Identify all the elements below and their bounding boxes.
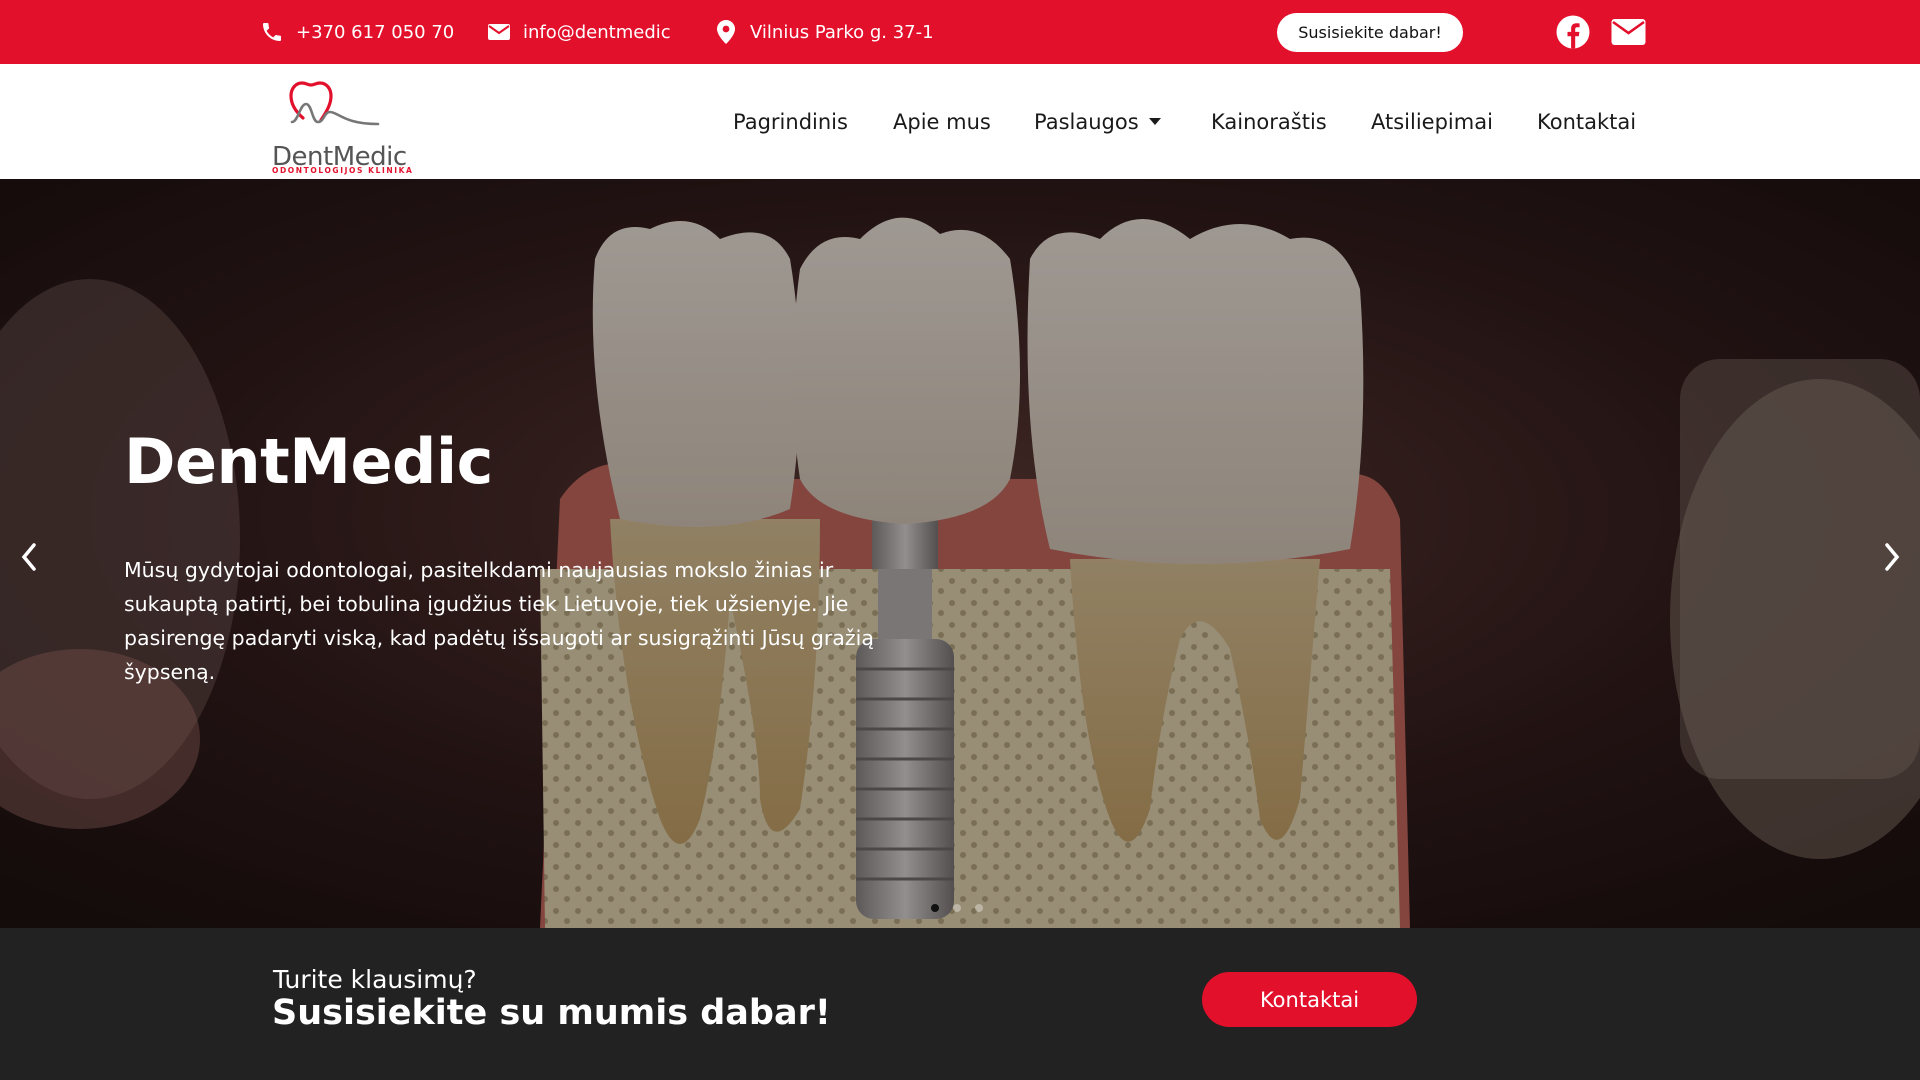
slider-dot-3[interactable] xyxy=(975,904,983,912)
nav-item-atsiliepimai[interactable]: Atsiliepimai xyxy=(1371,64,1493,179)
tooth-logo-icon xyxy=(289,81,380,126)
nav-label: Atsiliepimai xyxy=(1371,109,1493,134)
nav-label: Kontaktai xyxy=(1537,109,1637,134)
hero-description: Mūsų gydytojai odontologai, pasitelkdami… xyxy=(124,558,874,684)
email-link[interactable]: info@dentmedic xyxy=(486,0,671,64)
nav-label: Apie mus xyxy=(893,109,991,134)
contact-question: Turite klausimų? xyxy=(273,965,477,994)
nav-label: Paslaugos xyxy=(1034,109,1139,134)
logo-tagline: ODONTOLOGIJOS KLINIKA xyxy=(272,166,414,175)
top-bar: +370 617 050 70 info@dentmedic Vilnius P… xyxy=(0,0,1920,64)
slider-pagination xyxy=(931,904,983,912)
phone-icon xyxy=(259,19,285,45)
nav-item-kainorastis[interactable]: Kainoraštis xyxy=(1211,64,1327,179)
logo[interactable]: DentMedic ODONTOLOGIJOS KLINIKA xyxy=(270,74,412,175)
contact-strip: Turite klausimų? Susisiekite su mumis da… xyxy=(0,928,1920,1080)
caret-down-icon xyxy=(1148,118,1161,125)
nav-item-pagrindinis[interactable]: Pagrindinis xyxy=(733,64,848,179)
contact-heading: Susisiekite su mumis dabar! xyxy=(272,993,831,1033)
address-link[interactable]: Vilnius Parko g. 37-1 xyxy=(713,0,934,64)
site-header: DentMedic ODONTOLOGIJOS KLINIKA Pagrindi… xyxy=(0,64,1920,179)
hero-title: DentMedic xyxy=(124,425,493,498)
address-text: Vilnius Parko g. 37-1 xyxy=(750,21,934,43)
slider-dot-2[interactable] xyxy=(953,904,961,912)
chevron-left-icon[interactable] xyxy=(14,537,44,577)
mail-icon xyxy=(486,19,512,45)
email-address: info@dentmedic xyxy=(523,21,671,43)
chevron-right-icon[interactable] xyxy=(1877,537,1907,577)
hero-slider: DentMedic Mūsų gydytojai odontologai, pa… xyxy=(0,179,1920,928)
facebook-icon[interactable] xyxy=(1556,15,1590,49)
location-pin-icon xyxy=(713,19,739,45)
nav-item-apie-mus[interactable]: Apie mus xyxy=(893,64,991,179)
slider-dot-1[interactable] xyxy=(931,904,939,912)
phone-number: +370 617 050 70 xyxy=(296,21,455,43)
contacts-button[interactable]: Kontaktai xyxy=(1202,972,1417,1027)
phone-link[interactable]: +370 617 050 70 xyxy=(259,0,454,64)
nav-label: Pagrindinis xyxy=(733,109,848,134)
nav-item-kontaktai[interactable]: Kontaktai xyxy=(1537,64,1636,179)
nav-item-paslaugos[interactable]: Paslaugos xyxy=(1034,64,1161,179)
nav-label: Kainoraštis xyxy=(1211,109,1327,134)
envelope-icon[interactable] xyxy=(1611,17,1646,47)
contact-now-button[interactable]: Susisiekite dabar! xyxy=(1277,13,1463,52)
